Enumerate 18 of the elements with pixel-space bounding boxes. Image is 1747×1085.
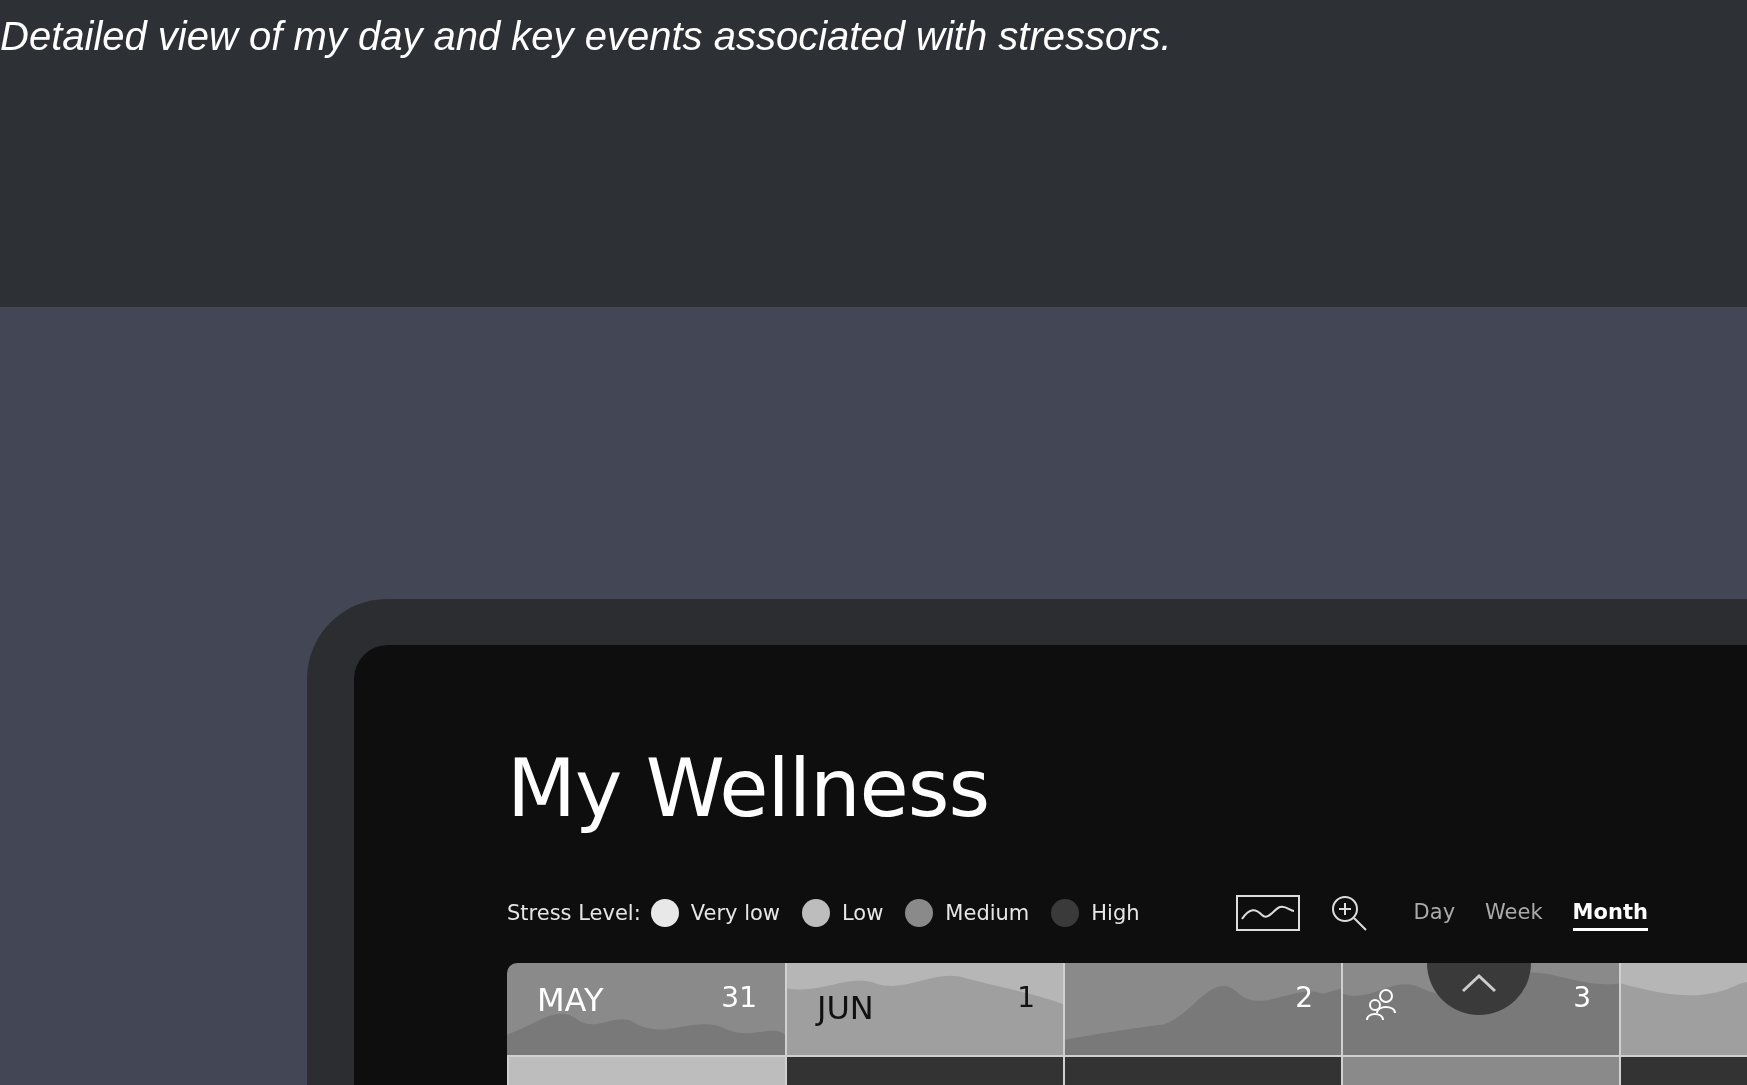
legend-label: Stress Level:	[507, 901, 641, 925]
day-number: 31	[721, 981, 757, 1014]
day-number: 2	[1295, 981, 1313, 1014]
day-number: 3	[1573, 981, 1591, 1014]
legend-text: Very low	[690, 901, 780, 925]
calendar-day[interactable]: 2	[1063, 963, 1341, 1055]
calendar-day[interactable]: 3	[1341, 963, 1619, 1055]
legend-text: High	[1091, 901, 1140, 925]
month-label: JUN	[817, 989, 874, 1027]
day-number: 1	[1017, 981, 1035, 1014]
legend-text: Medium	[945, 901, 1030, 925]
view-tab[interactable]: Week	[1485, 895, 1543, 931]
view-tab[interactable]: Day	[1413, 895, 1456, 931]
view-tab[interactable]: Month	[1572, 895, 1648, 931]
calendar-day[interactable]: JUN 1	[785, 963, 1063, 1055]
caption: Detailed view of my day and key events associated with stressors.	[0, 14, 1173, 59]
legend-text: Low	[842, 901, 884, 925]
month-label: MAY	[537, 981, 604, 1019]
